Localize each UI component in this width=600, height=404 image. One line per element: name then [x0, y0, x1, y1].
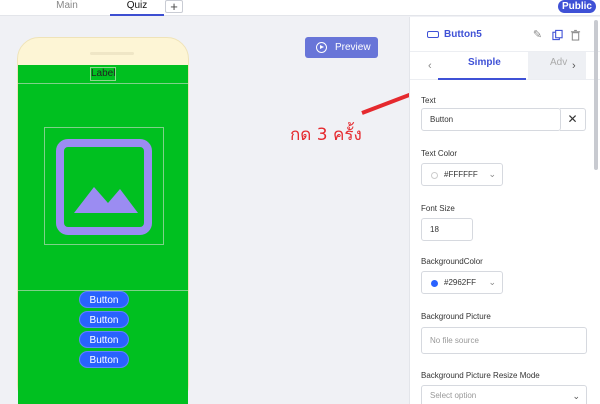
chevron-down-icon: ⌄	[572, 391, 580, 401]
font-size-label: Font Size	[421, 204, 455, 213]
app-button-3[interactable]: Button	[79, 331, 129, 348]
tab-advanced[interactable]: Adv	[528, 52, 586, 79]
app-button-2[interactable]: Button	[79, 311, 129, 328]
text-color-value: #FFFFFF	[444, 170, 478, 179]
resize-mode-label: Background Picture Resize Mode	[421, 371, 540, 380]
preview-button[interactable]: Preview	[305, 37, 378, 58]
app-button-1[interactable]: Button	[79, 291, 129, 308]
resize-mode-select[interactable]: Select option ⌄	[421, 385, 587, 404]
annotation-text: กด 3 ครั้ง	[290, 125, 362, 145]
copy-icon[interactable]	[552, 29, 563, 41]
bg-color-label: BackgroundColor	[421, 257, 483, 266]
image-component[interactable]	[44, 127, 164, 245]
tab-advanced-label: Adv	[550, 57, 568, 68]
chevron-down-icon: ⌄	[488, 169, 496, 179]
public-button[interactable]: Public	[558, 0, 596, 13]
phone-speaker	[90, 52, 134, 55]
color-swatch	[431, 280, 438, 287]
close-icon[interactable]: ✕	[560, 108, 586, 131]
edit-icon[interactable]: ✎	[532, 29, 543, 41]
text-color-picker[interactable]: #FFFFFF ⌄	[421, 163, 503, 186]
component-name: Button5	[444, 29, 482, 40]
font-size-input[interactable]: 18	[421, 218, 473, 241]
tab-simple[interactable]: Simple	[468, 57, 501, 68]
preview-label: Preview	[335, 42, 371, 53]
text-color-label: Text Color	[421, 149, 458, 158]
active-tab-indicator	[438, 78, 526, 80]
panel-header: Button5 ✎	[410, 17, 600, 52]
bg-picture-input[interactable]: No file source	[421, 327, 587, 354]
app-button-4[interactable]: Button	[79, 351, 129, 368]
trash-icon[interactable]	[570, 29, 581, 41]
image-placeholder-icon	[56, 139, 152, 235]
top-tab-bar: Main Quiz + Public	[0, 0, 600, 16]
chevron-left-icon[interactable]: ‹	[428, 60, 432, 72]
label-component[interactable]: Label	[90, 67, 116, 81]
chevron-right-icon[interactable]: ›	[572, 60, 576, 72]
scrollbar-thumb[interactable]	[594, 20, 598, 170]
color-swatch	[431, 172, 438, 179]
panel-scrollbar[interactable]	[594, 18, 598, 404]
tab-main[interactable]: Main	[48, 0, 86, 16]
divider	[18, 83, 188, 84]
text-input[interactable]: Button	[421, 108, 561, 131]
properties-panel: Button5 ✎ ‹ Simple Adv › Text Button ✕ T…	[409, 17, 600, 404]
bg-color-value: #2962FF	[444, 278, 477, 287]
app-screen: Label Button Button Button Button	[18, 65, 188, 404]
resize-mode-placeholder: Select option	[430, 391, 477, 400]
property-tabs: ‹ Simple Adv ›	[410, 52, 600, 80]
play-icon	[316, 42, 327, 53]
text-label: Text	[421, 96, 436, 105]
button-component-icon	[427, 31, 439, 38]
tab-quiz[interactable]: Quiz	[110, 0, 164, 16]
add-tab-button[interactable]: +	[165, 0, 183, 13]
bg-picture-label: Background Picture	[421, 312, 491, 321]
chevron-down-icon: ⌄	[488, 277, 496, 287]
bg-color-picker[interactable]: #2962FF ⌄	[421, 271, 503, 294]
